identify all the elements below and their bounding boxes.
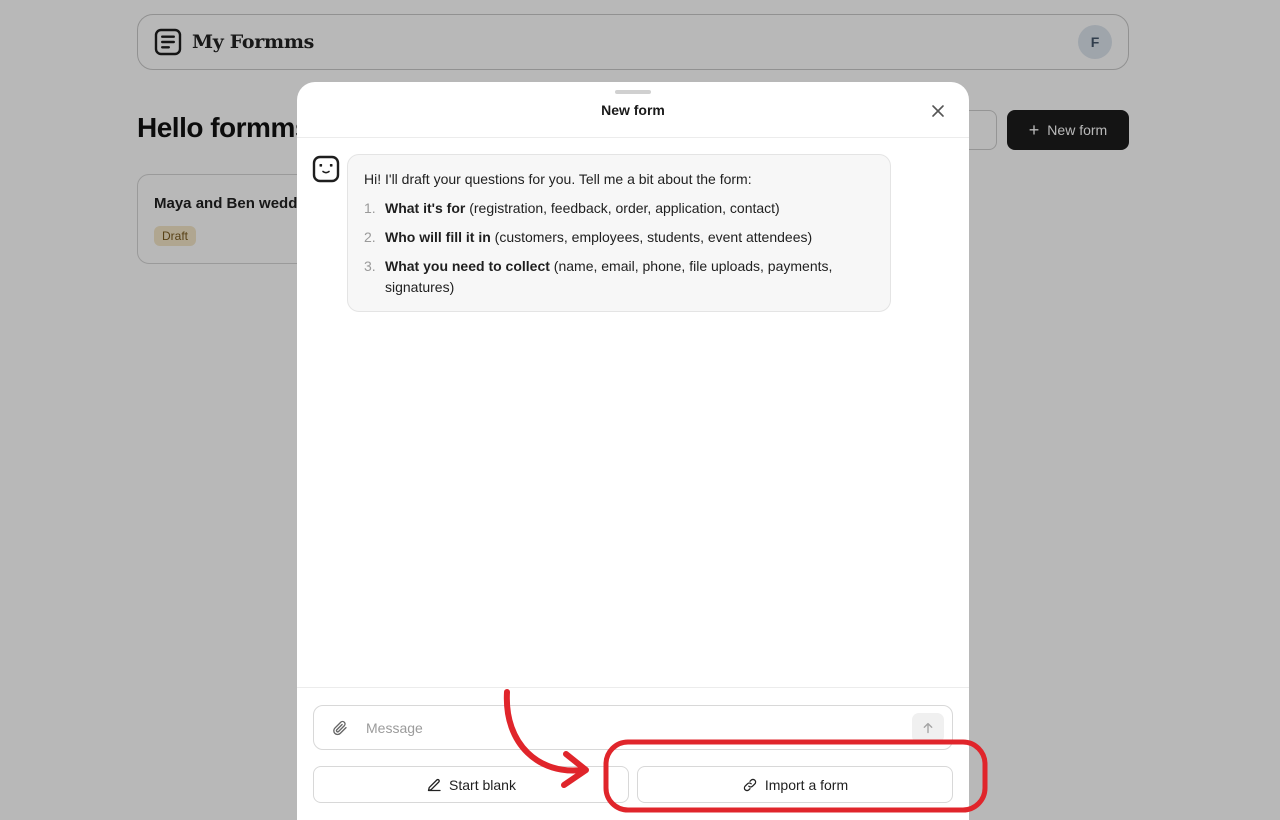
list-item-text: What you need to collect (name, email, p… — [385, 256, 874, 298]
new-form-modal: New form Hi! I'll draft your questions f… — [297, 82, 969, 820]
message-intro: Hi! I'll draft your questions for you. T… — [364, 171, 752, 187]
assistant-message: Hi! I'll draft your questions for you. T… — [347, 154, 891, 312]
pencil-icon — [427, 778, 441, 791]
composer-divider — [297, 687, 969, 688]
message-composer — [313, 705, 953, 750]
import-form-label: Import a form — [764, 776, 849, 793]
list-item: 2. Who will fill it in (customers, emplo… — [364, 227, 874, 248]
paperclip-icon — [333, 720, 347, 735]
list-item-label: What it's for — [385, 200, 466, 216]
modal-title: New form — [601, 102, 665, 118]
list-item-number: 1. — [364, 200, 376, 216]
attach-button[interactable] — [318, 706, 362, 749]
page: My Formms F Hello formms + New form Maya… — [0, 0, 1280, 820]
robot-icon — [312, 155, 340, 183]
arrow-up-icon — [923, 722, 933, 733]
list-item-detail: (customers, employees, students, event a… — [490, 229, 813, 245]
close-button[interactable] — [927, 100, 949, 122]
list-item-label: Who will fill it in — [385, 229, 491, 245]
send-button[interactable] — [912, 712, 944, 743]
link-icon — [743, 778, 757, 791]
list-item-label: What you need to collect — [385, 258, 550, 274]
list-item: 3. What you need to collect (name, email… — [364, 256, 874, 298]
list-item: 1. What it's for (registration, feedback… — [364, 198, 874, 219]
message-input[interactable] — [362, 707, 912, 748]
list-item-detail: (registration, feedback, order, applicat… — [465, 200, 780, 216]
list-item-number: 2. — [364, 229, 376, 245]
list-item-text: Who will fill it in (customers, employee… — [385, 227, 812, 248]
import-form-button[interactable]: Import a form — [637, 766, 953, 803]
list-item-number: 3. — [364, 258, 376, 274]
modal-header: New form — [297, 82, 969, 138]
list-item-text: What it's for (registration, feedback, o… — [385, 198, 780, 219]
close-icon — [932, 105, 944, 117]
drag-handle[interactable] — [615, 90, 651, 94]
start-blank-label: Start blank — [449, 776, 516, 793]
start-blank-button[interactable]: Start blank — [313, 766, 629, 803]
